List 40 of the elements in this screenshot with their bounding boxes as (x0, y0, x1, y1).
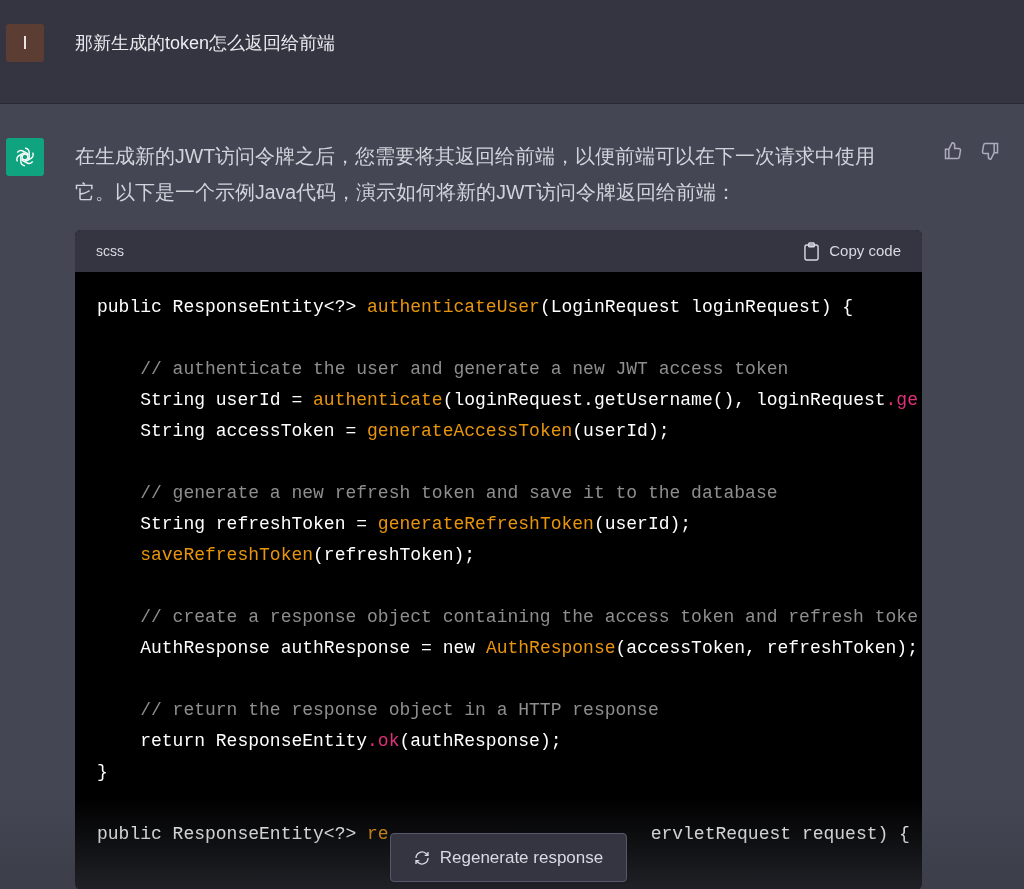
code-token: .ok (367, 731, 400, 751)
code-token: String accessToken = (139, 421, 358, 441)
code-token: authenticate (313, 390, 443, 410)
code-token: String userId = (139, 390, 304, 410)
refresh-icon (413, 849, 430, 866)
code-token: (accessToken, refreshToken); (615, 638, 918, 658)
code-token: (userId); (572, 421, 670, 441)
code-token: ervletRequest request) { (650, 824, 910, 844)
code-token: generateRefreshToken (377, 514, 594, 534)
code-token: saveRefreshToken (139, 545, 314, 565)
code-token: AuthResponse authResponse = new (139, 638, 477, 658)
copy-code-button[interactable]: Copy code (804, 239, 901, 263)
code-token: // generate a new refresh token and save it to the database (139, 483, 778, 503)
regenerate-response-button[interactable]: Regenerate response (390, 833, 627, 882)
thumbs-down-icon[interactable] (980, 141, 1000, 161)
code-token: authenticateUser (367, 297, 540, 317)
code-token: (loginRequest.getUsername(), loginRequest (442, 390, 886, 410)
thumbs-up-icon[interactable] (943, 141, 963, 161)
code-language: scss (96, 241, 124, 261)
user-avatar: I (6, 24, 44, 62)
code-token: } (97, 762, 108, 782)
code-token: re (367, 824, 389, 844)
code-token: .ge (885, 390, 918, 410)
code-token: String refreshToken = (139, 514, 369, 534)
code-token: // return the response object in a HTTP response (139, 700, 659, 720)
code-token: generateAccessToken (367, 421, 573, 441)
code-token: public ResponseEntity<?> (97, 297, 358, 317)
user-message: 那新生成的token怎么返回给前端 (75, 32, 336, 55)
code-token: (refreshToken); (313, 545, 476, 565)
code-token: // create a response object containing the access token and refresh toke (139, 607, 918, 627)
code-token: AuthResponse (485, 638, 616, 658)
code-token: (authResponse); (399, 731, 562, 751)
code-token: (LoginRequest loginRequest) { (539, 297, 854, 317)
clipboard-icon (804, 241, 820, 261)
assistant-message: 在生成新的JWT访问令牌之后，您需要将其返回给前端，以便前端可以在下一次请求中使用它。以下是一个示例Java代码，演示如何将新的JWT访问令牌返回给前端： (75, 144, 877, 205)
code-token: return ResponseEntity (139, 731, 368, 751)
code-token: // authenticate the user and generate a new JWT access token (139, 359, 789, 379)
code-token: public ResponseEntity<?> (97, 824, 358, 844)
code-token: (userId); (593, 514, 692, 534)
assistant-logo-icon (13, 145, 37, 169)
